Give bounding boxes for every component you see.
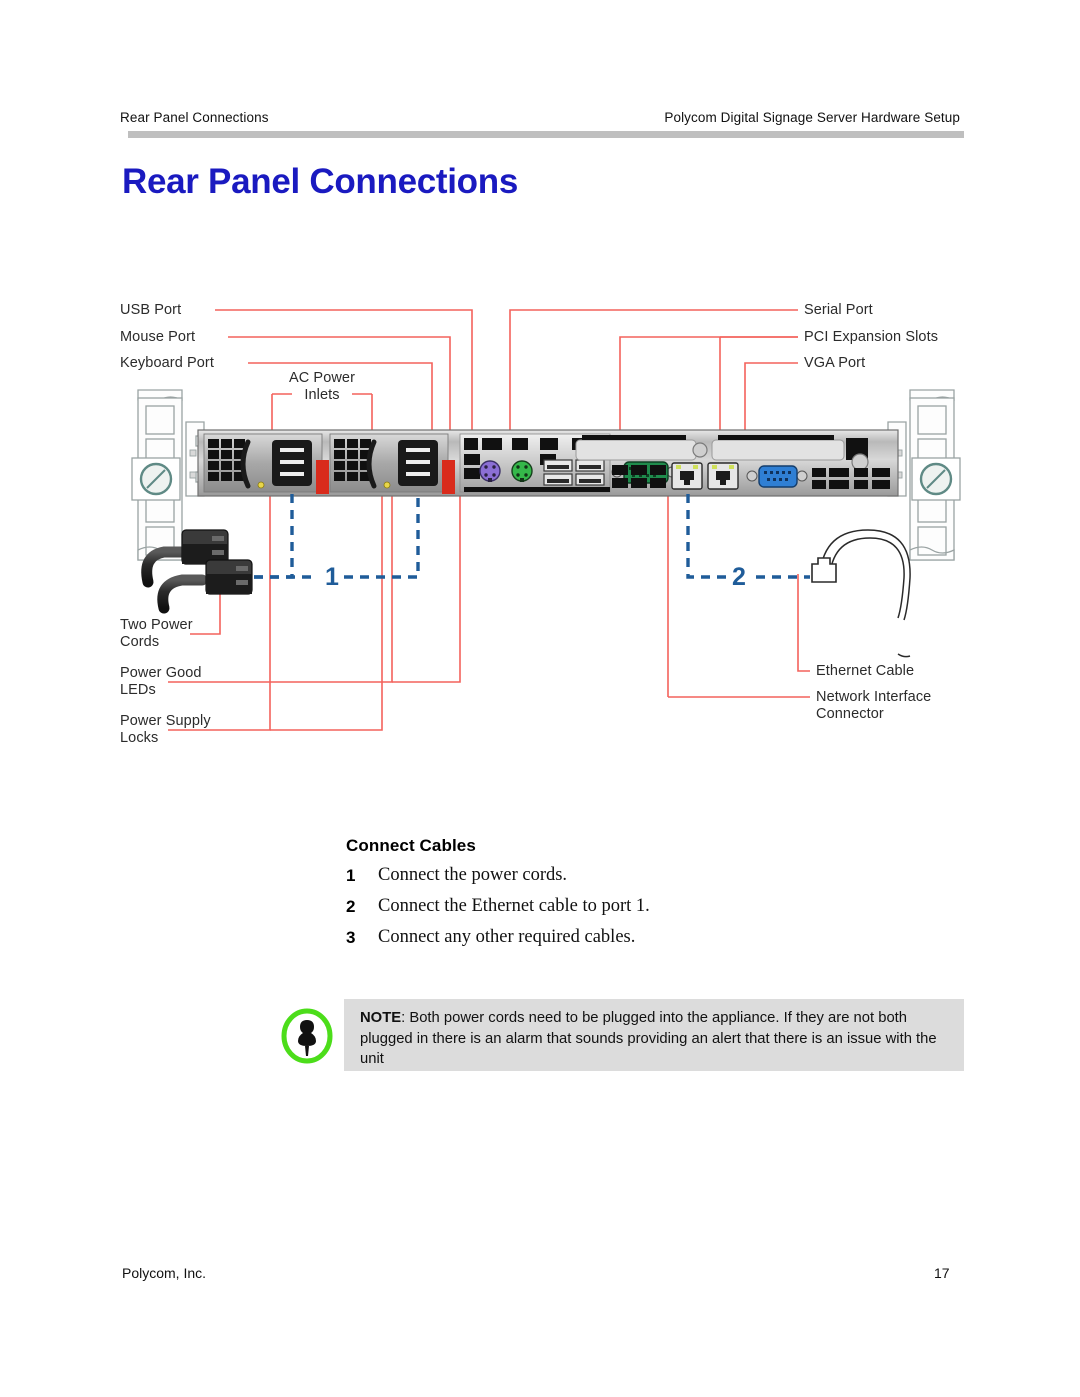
power-supply-module-1 xyxy=(203,433,329,494)
note-pin-icon xyxy=(281,1008,333,1064)
label-two-power-cords-line2: Cords xyxy=(120,634,160,650)
rear-panel-diagram: 1 2 USB Port Mouse Port Keyboard Port AC… xyxy=(120,282,970,772)
callout-number-2: 2 xyxy=(732,563,746,591)
leader-lines xyxy=(168,309,810,731)
header-document-title: Polycom Digital Signage Server Hardware … xyxy=(664,110,960,125)
label-power-supply-locks-line2: Locks xyxy=(120,730,159,746)
label-ethernet-cable: Ethernet Cable xyxy=(816,663,915,679)
header-section-title: Rear Panel Connections xyxy=(120,110,269,125)
step-text: Connect the Ethernet cable to port 1. xyxy=(378,896,650,916)
label-ac-power-inlets-line2: Inlets xyxy=(304,387,340,403)
label-power-good-leds-line2: LEDs xyxy=(120,682,156,698)
ethernet-cable-graphic xyxy=(811,529,911,658)
document-page: Rear Panel Connections Polycom Digital S… xyxy=(0,0,1080,1397)
power-supply-lock-2 xyxy=(442,460,455,494)
label-network-interface-connector-line2: Connector xyxy=(816,706,884,722)
ps2-keyboard-port xyxy=(479,460,501,482)
ps2-mouse-port xyxy=(511,460,533,482)
step-number: 3 xyxy=(346,928,356,947)
note-label: NOTE xyxy=(360,1010,402,1026)
running-header: Rear Panel Connections Polycom Digital S… xyxy=(120,110,960,130)
note-text: NOTE: Both power cords need to be plugge… xyxy=(360,1008,948,1070)
label-two-power-cords-line1: Two Power xyxy=(120,617,193,633)
ac-power-inlet-1 xyxy=(272,440,312,486)
footer-page-number: 17 xyxy=(934,1265,950,1281)
connect-cables-heading: Connect Cables xyxy=(346,836,476,855)
label-vga-port: VGA Port xyxy=(804,355,866,371)
header-rule xyxy=(128,131,964,138)
page-title: Rear Panel Connections xyxy=(122,162,519,201)
network-interface-connector-2 xyxy=(707,462,739,490)
note-body: : Both power cords need to be plugged in… xyxy=(360,1010,937,1067)
step-number: 2 xyxy=(346,897,356,916)
power-supply-lock-1 xyxy=(316,460,329,494)
network-interface-connector-1 xyxy=(671,462,703,490)
connect-cables-section: Connect Cables 1 Connect the power cords… xyxy=(346,836,906,959)
note-box: NOTE: Both power cords need to be plugge… xyxy=(344,999,964,1071)
label-power-good-leds-line1: Power Good xyxy=(120,665,202,681)
procedure-step: 1 Connect the power cords. xyxy=(346,865,906,897)
power-good-led-1 xyxy=(257,481,265,489)
label-ac-power-inlets-line1: AC Power xyxy=(288,370,356,386)
step-number: 1 xyxy=(346,866,356,885)
power-supply-module-2 xyxy=(329,433,455,494)
label-network-interface-connector-line1: Network Interface xyxy=(816,689,932,705)
label-mouse-port: Mouse Port xyxy=(120,329,196,345)
label-serial-port: Serial Port xyxy=(804,302,873,318)
label-power-supply-locks-line1: Power Supply xyxy=(120,713,211,729)
power-good-led-2 xyxy=(383,481,391,489)
callout-number-1: 1 xyxy=(325,563,339,591)
label-pci-expansion-slots: PCI Expansion Slots xyxy=(804,329,939,345)
ac-power-inlet-2 xyxy=(398,440,438,486)
rack-rail-right xyxy=(887,389,961,561)
label-usb-port: USB Port xyxy=(120,302,182,318)
footer-company: Polycom, Inc. xyxy=(122,1265,207,1281)
step-text: Connect any other required cables. xyxy=(378,927,636,947)
procedure-step: 3 Connect any other required cables. xyxy=(346,927,906,959)
label-keyboard-port: Keyboard Port xyxy=(120,355,214,371)
server-chassis xyxy=(197,429,899,497)
step-text: Connect the power cords. xyxy=(378,865,568,885)
procedure-step: 2 Connect the Ethernet cable to port 1. xyxy=(346,896,906,928)
